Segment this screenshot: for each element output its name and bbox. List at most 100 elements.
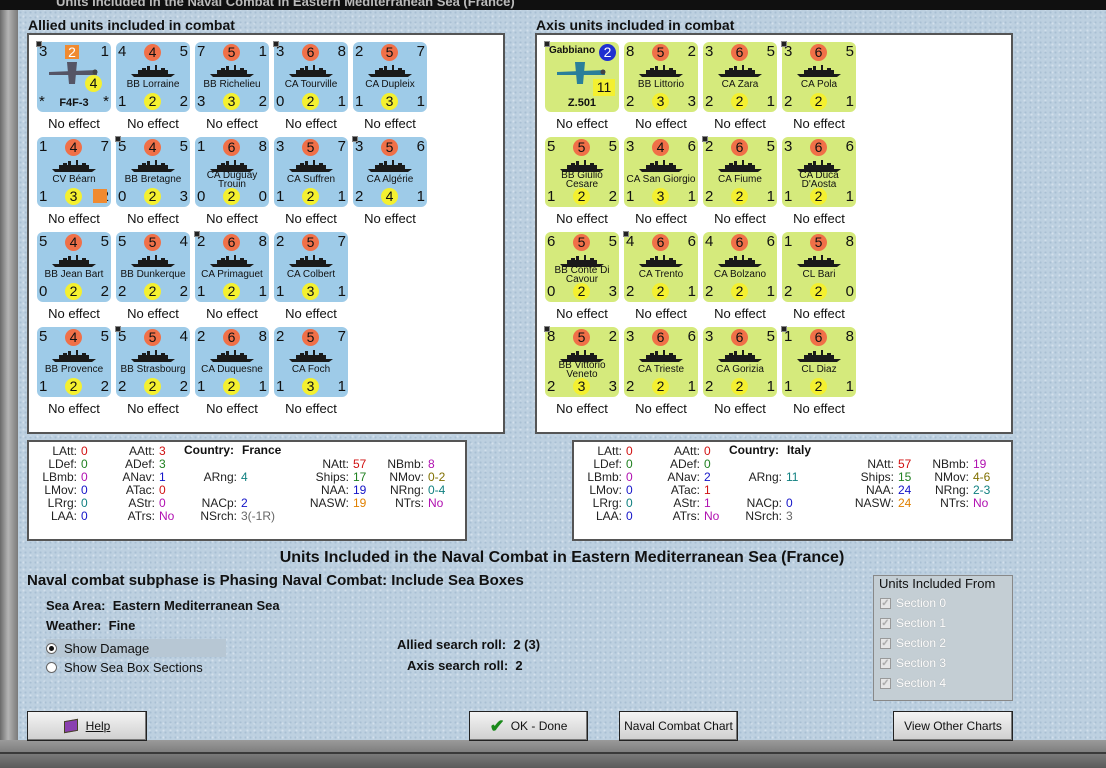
combat-effect-label: No effect [793, 116, 845, 131]
axis-unit-counter[interactable]: 5 5 1 2 5 2 BB Giulio Cesare [545, 137, 619, 207]
view-other-charts-button-label: View Other Charts [904, 719, 1002, 733]
show-sea-box-sections-radio[interactable]: Show Sea Box Sections [46, 660, 203, 675]
counter-value-bottom-left: 2 [626, 93, 635, 110]
ship-silhouette-icon [717, 159, 763, 173]
checkbox-checked-icon: ✓ [880, 637, 891, 649]
axis-unit-counter[interactable]: 1 8 2 0 5 2 CL Bari [782, 232, 856, 302]
counter-value-top-right: 8 [258, 138, 267, 155]
window-title: Units Included in the Naval Combat in Ea… [56, 0, 515, 9]
attack-factor-circle: 4 [65, 329, 82, 346]
ship-silhouette-icon [638, 349, 684, 363]
counter-value-bottom-right: 0 [845, 283, 854, 300]
section-checkbox-1[interactable]: ✓ Section 1 [880, 616, 946, 630]
attack-factor-circle: 2 [65, 45, 79, 59]
view-other-charts-button[interactable]: View Other Charts [893, 711, 1013, 741]
section-checkbox-2[interactable]: ✓ Section 2 [880, 636, 946, 650]
combat-effect-label: No effect [206, 116, 258, 131]
allied-unit-counter[interactable]: 7 1 3 2 5 3 BB Richelieu [195, 42, 269, 112]
allied-unit-counter[interactable]: 5 5 1 2 4 2 BB Provence [37, 327, 111, 397]
allied-unit-counter[interactable]: 2 7 1 1 5 3 CA Foch [274, 327, 348, 397]
axis-unit-counter[interactable]: 1 8 1 1 6 2 CL Diaz [782, 327, 856, 397]
combat-effect-label: No effect [127, 306, 179, 321]
allied-unit-counter[interactable]: 2 8 1 1 6 2 CA Duquesne [195, 327, 269, 397]
axis-unit-counter[interactable]: 2 5 2 1 6 2 CA Fiume [703, 137, 777, 207]
axis-unit-counter[interactable]: 4 6 2 1 6 2 CA Trento [624, 232, 698, 302]
allied-unit-counter[interactable]: 2 8 1 1 6 2 CA Primaguet [195, 232, 269, 302]
counter-value-bottom-right: 1 [845, 93, 854, 110]
help-book-icon [63, 718, 78, 734]
axis-unit-counter[interactable]: 8 2 2 3 5 3 BB Vittorio Veneto [545, 327, 619, 397]
allied-search-roll-value: 2 (3) [513, 637, 541, 652]
axis-unit-counter[interactable]: 3 5 2 1 6 2 CA Gorizia [703, 327, 777, 397]
aa-factor-circle: 2 [731, 188, 748, 205]
axis-unit-counter[interactable]: 8 2 2 3 5 3 BB Littorio [624, 42, 698, 112]
counter-value-bottom-left: 2 [626, 378, 635, 395]
section-checkbox-3[interactable]: ✓ Section 3 [880, 656, 946, 670]
help-button[interactable]: Help [27, 711, 147, 741]
combat-effect-label: No effect [364, 211, 416, 226]
attack-factor-circle: 4 [65, 139, 82, 156]
allied-unit-counter[interactable]: 2 7 1 1 5 3 CA Dupleix [353, 42, 427, 112]
naval-combat-chart-button[interactable]: Naval Combat Chart [619, 711, 738, 741]
allied-unit-counter[interactable]: 2 7 1 1 5 3 CA Colbert [274, 232, 348, 302]
axis-search-roll-label: Axis search roll: [407, 658, 509, 673]
allied-unit-counter[interactable]: 1 8 0 0 6 2 CA Duguay Trouin [195, 137, 269, 207]
counter-value-top-right: 4 [179, 328, 188, 345]
section-checkbox-0[interactable]: ✓ Section 0 [880, 596, 946, 610]
axis-unit-counter[interactable]: 3 6 2 1 6 2 CA Trieste [624, 327, 698, 397]
axis-unit-counter[interactable]: 6 5 0 3 5 2 BB Conte Di Cavour [545, 232, 619, 302]
combat-effect-label: No effect [127, 211, 179, 226]
attack-factor-circle: 6 [652, 234, 669, 251]
counter-value-bottom-left: 0 [39, 283, 48, 300]
allied-unit-counter[interactable]: 5 5 0 3 4 2 BB Bretagne [116, 137, 190, 207]
allied-units-panel[interactable]: 3 1 * * 2 4 F4F-3 No effect 4 5 1 2 4 2 BB Lorraine No … [27, 33, 505, 434]
aa-factor-circle: 3 [65, 188, 82, 205]
combat-effect-label: No effect [556, 211, 608, 226]
counter-value-bottom-left: 2 [118, 283, 127, 300]
counter-value-top-left: 4 [705, 233, 714, 250]
allied-stats-panel: LAtt: 0 LDef: 0 LBmb: 0 LMov: 0 LRrg: 0 LAA: 0 AAtt:… [27, 440, 467, 541]
counter-value-bottom-left: 1 [276, 188, 285, 205]
allied-unit-counter[interactable]: 3 8 0 1 6 2 CA Tourville [274, 42, 348, 112]
aa-factor-circle: 3 [302, 283, 319, 300]
counter-value-top-right: 5 [608, 233, 617, 250]
allied-unit-counter[interactable]: 5 4 2 2 5 2 BB Strasbourg [116, 327, 190, 397]
show-damage-radio[interactable]: Show Damage [46, 639, 226, 657]
attack-factor-circle: 6 [731, 329, 748, 346]
ship-silhouette-icon [796, 349, 842, 363]
sea-area-label: Sea Area: [46, 598, 106, 613]
attack-factor-circle: 6 [810, 329, 827, 346]
radio-unselected-icon [46, 662, 57, 673]
unit-name: F4F-3 [59, 97, 89, 109]
ok-done-button[interactable]: ✔ OK - Done [469, 711, 588, 741]
counter-value-top-left: 3 [626, 328, 635, 345]
counter-value-bottom-left: 2 [705, 93, 714, 110]
axis-unit-counter[interactable]: 3 6 1 1 4 3 CA San Giorgio [624, 137, 698, 207]
allied-unit-counter[interactable]: 3 6 2 1 5 4 CA Algérie [353, 137, 427, 207]
combat-effect-label: No effect [48, 116, 100, 131]
axis-units-panel[interactable]: 2 11 Z.501 Gabbiano No effect 8 2 2 3 5 3 BB Littor… [535, 33, 1013, 434]
counter-value-bottom-right: 2 [608, 188, 617, 205]
axis-unit-counter[interactable]: 2 11 Z.501 Gabbiano [545, 42, 619, 112]
allied-unit-counter[interactable]: 3 1 * * 2 4 F4F-3 [37, 42, 111, 112]
attack-factor-circle: 5 [144, 234, 161, 251]
window-left-frame [0, 10, 18, 752]
counter-value-bottom-right: 1 [687, 283, 696, 300]
allied-unit-counter[interactable]: 5 4 2 2 5 2 BB Dunkerque [116, 232, 190, 302]
ship-silhouette-icon [51, 349, 97, 363]
counter-value-bottom-left: 1 [39, 188, 48, 205]
combat-effect-label: No effect [635, 211, 687, 226]
allied-unit-counter[interactable]: 171243CV Béarn [37, 137, 111, 207]
axis-unit-counter[interactable]: 3 5 2 1 6 2 CA Zara [703, 42, 777, 112]
section-checkbox-4[interactable]: ✓ Section 4 [880, 676, 946, 690]
counter-value-top-right: 5 [100, 233, 109, 250]
axis-unit-counter[interactable]: 3 5 2 1 6 2 CA Pola [782, 42, 856, 112]
allied-unit-counter[interactable]: 4 5 1 2 4 2 BB Lorraine [116, 42, 190, 112]
ship-silhouette-icon [209, 64, 255, 78]
axis-unit-counter[interactable]: 4 6 2 1 6 2 CA Bolzano [703, 232, 777, 302]
ship-silhouette-icon [717, 349, 763, 363]
allied-unit-counter[interactable]: 3 7 1 1 5 2 CA Suffren [274, 137, 348, 207]
counter-value-bottom-right: 1 [766, 283, 775, 300]
axis-unit-counter[interactable]: 3 6 1 1 6 2 CA Duca D'Aosta [782, 137, 856, 207]
allied-unit-counter[interactable]: 5 5 0 2 4 2 BB Jean Bart [37, 232, 111, 302]
